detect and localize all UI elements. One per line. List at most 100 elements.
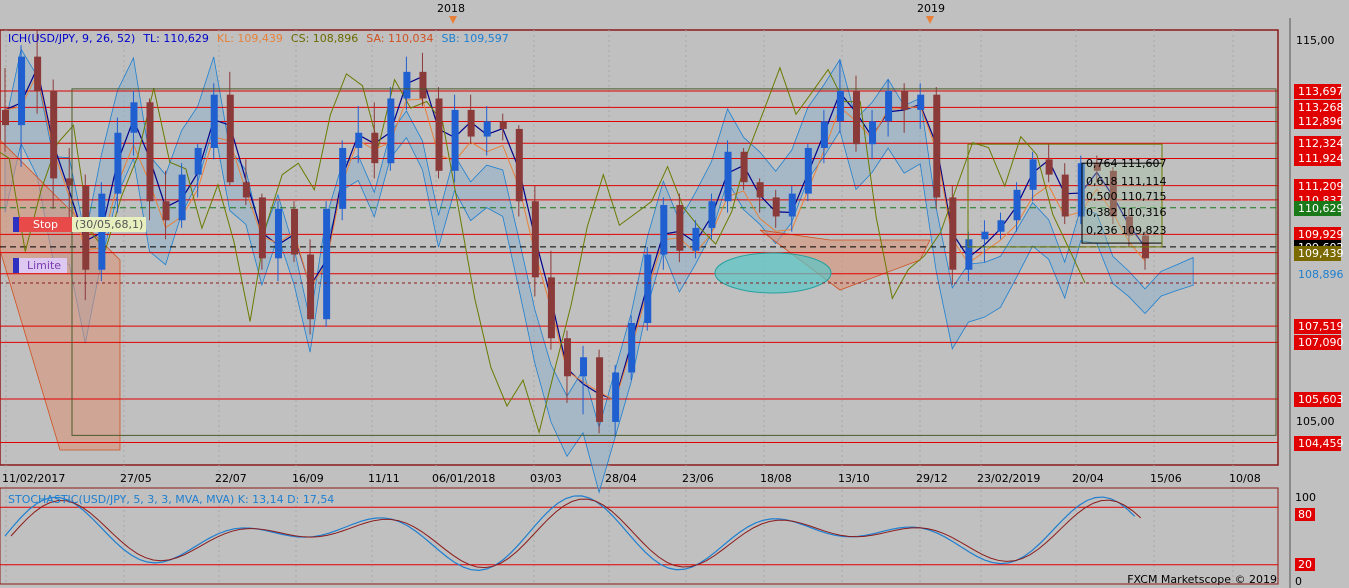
- date-label: 18/08: [760, 472, 792, 485]
- candle-body: [499, 121, 507, 129]
- candle-body: [612, 372, 620, 422]
- candle-body: [258, 197, 266, 259]
- candle-body: [146, 102, 154, 202]
- candle-body: [965, 239, 973, 270]
- candle-body: [852, 90, 860, 145]
- candle-body: [323, 208, 331, 320]
- fibonacci-level-label: 0,500 110,715: [1086, 190, 1167, 204]
- candle-body: [371, 132, 379, 164]
- candle-body: [708, 201, 716, 228]
- price-tag: 113,268: [1294, 100, 1344, 116]
- stochastic-tick-label: 80: [1295, 508, 1315, 521]
- footer-brand: FXCM Marketscope © 2019: [1127, 573, 1277, 586]
- date-label: 22/07: [215, 472, 247, 485]
- candle-body: [676, 205, 684, 251]
- price-tag: 107,519: [1294, 319, 1344, 335]
- price-tag: 104,459: [1294, 435, 1344, 451]
- price-tag: 112,324: [1294, 136, 1344, 152]
- candle-body: [949, 197, 957, 270]
- sa-value: SA: 110,034: [366, 32, 434, 45]
- candle-body: [772, 197, 780, 217]
- date-label: 15/06: [1150, 472, 1182, 485]
- candle-body: [162, 201, 170, 221]
- candle-body: [1013, 189, 1021, 221]
- candle-body: [580, 357, 588, 377]
- candle-body: [724, 151, 732, 202]
- year-label: 2018: [437, 2, 465, 15]
- cs-value: CS: 108,896: [290, 32, 359, 45]
- candle-body: [563, 338, 571, 377]
- tl-value: TL: 110,629: [143, 32, 209, 45]
- date-label: 16/09: [292, 472, 324, 485]
- candle-body: [804, 147, 812, 194]
- indicator-name: ICH(USD/JPY, 9, 26, 52): [8, 32, 136, 45]
- price-tag: 112,896: [1294, 114, 1344, 130]
- price-tag: 113,697: [1294, 83, 1344, 99]
- kl-value: KL: 109,439: [216, 32, 283, 45]
- stop-order[interactable]: Stop (30/05,68,1): [13, 217, 147, 232]
- year-label: 2019: [917, 2, 945, 15]
- date-label: 23/02/2019: [977, 472, 1041, 485]
- date-label: 03/03: [530, 472, 562, 485]
- candle-body: [18, 56, 26, 126]
- highlight-ellipse: [714, 252, 832, 294]
- candle-body: [2, 109, 9, 126]
- stochastic-tick-label: 100: [1295, 491, 1316, 504]
- candle-body: [34, 56, 42, 91]
- price-tag: 110,629: [1294, 200, 1344, 216]
- candle-body: [274, 208, 282, 259]
- price-tick-label: 105,00: [1296, 414, 1335, 428]
- price-tick-label: 115,00: [1296, 34, 1335, 48]
- price-tag: 111,209: [1294, 178, 1344, 194]
- stop-value: (30/05,68,1): [72, 217, 147, 232]
- date-label: 20/04: [1072, 472, 1104, 485]
- candle-body: [130, 102, 138, 133]
- limit-order[interactable]: Limite: [13, 258, 68, 273]
- date-label: 23/06: [682, 472, 714, 485]
- stop-label[interactable]: Stop: [13, 217, 73, 232]
- stochastic-tick-label: 0: [1295, 575, 1302, 588]
- date-label: 13/10: [838, 472, 870, 485]
- date-label: 28/04: [605, 472, 637, 485]
- candle-body: [355, 132, 363, 148]
- fibonacci-level-label: 0,764 111,607: [1086, 156, 1167, 170]
- candle-body: [1029, 159, 1037, 190]
- candle-body: [515, 128, 523, 202]
- candle-body: [307, 254, 315, 320]
- candle-body: [547, 277, 555, 339]
- date-label: 10/08: [1229, 472, 1261, 485]
- date-label: 29/12: [916, 472, 948, 485]
- price-tag: 109,439: [1294, 245, 1344, 261]
- candle-body: [339, 147, 347, 209]
- candle-body: [50, 90, 58, 179]
- candle-body: [692, 227, 700, 251]
- candle-body: [419, 71, 427, 99]
- price-tag: 111,924: [1294, 151, 1344, 167]
- candle-body: [291, 208, 299, 255]
- price-tag: 105,603: [1294, 392, 1344, 407]
- indicator-header: ICH(USD/JPY, 9, 26, 52) TL: 110,629 KL: 10…: [8, 32, 517, 45]
- limit-label[interactable]: Limite: [13, 258, 68, 273]
- stochastic-tick-label: 20: [1295, 558, 1315, 571]
- candle-body: [740, 151, 748, 183]
- candle-body: [836, 90, 844, 122]
- candle-body: [210, 94, 218, 148]
- candle-body: [242, 182, 250, 198]
- candle-body: [660, 205, 668, 255]
- candle-body: [178, 174, 186, 221]
- candle-body: [981, 231, 989, 240]
- candle-body: [403, 71, 411, 99]
- candle-body: [885, 90, 893, 122]
- candle-body: [628, 323, 636, 373]
- candle-body: [226, 94, 234, 183]
- candle-body: [820, 121, 828, 148]
- candle-body: [901, 90, 909, 110]
- candle-body: [387, 98, 395, 164]
- sb-value: SB: 109,597: [441, 32, 509, 45]
- candle-body: [596, 357, 604, 422]
- candle-body: [788, 193, 796, 217]
- date-label: 11/02/2017: [2, 472, 66, 485]
- candle-body: [1045, 159, 1053, 175]
- date-label: 06/01/2018: [432, 472, 496, 485]
- fibonacci-level-label: 0,618 111,114: [1086, 175, 1167, 189]
